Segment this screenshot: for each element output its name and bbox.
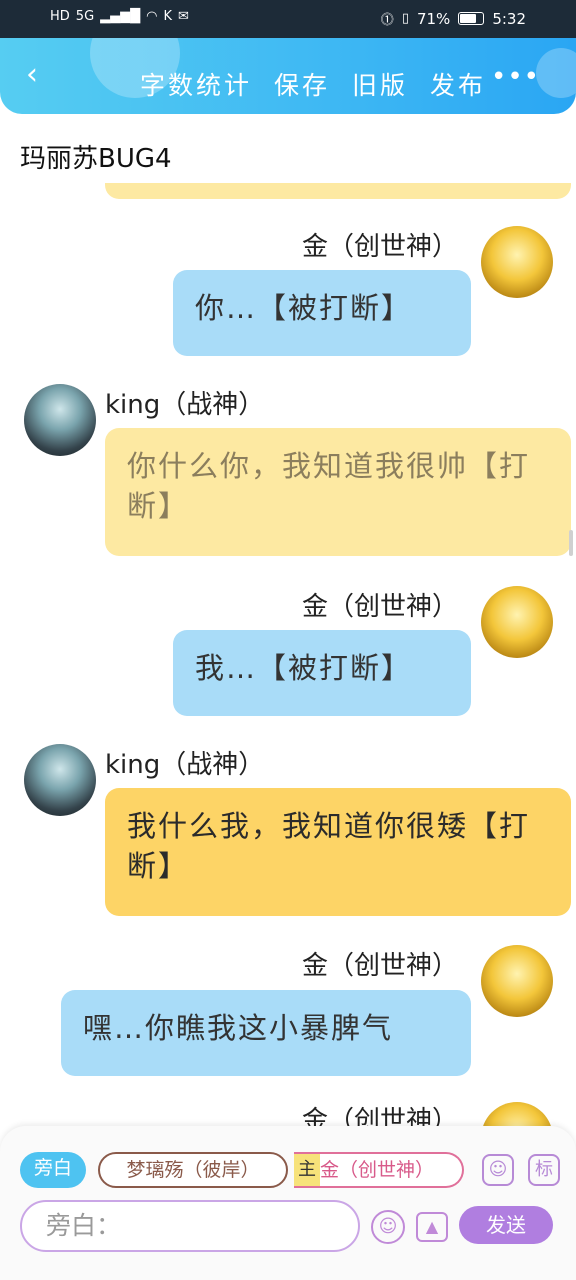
image-icon[interactable]: ▲ xyxy=(416,1212,448,1242)
header-actions: 字数统计 保存 旧版 发布 xyxy=(140,66,486,102)
message-bubble[interactable]: 我什么我，我知道你很矮【打断】 xyxy=(105,788,571,916)
narration-chip[interactable]: 旁白 xyxy=(20,1152,86,1188)
speaker-name: king（战神） xyxy=(105,750,265,780)
clock: 5:32 xyxy=(492,9,526,28)
signal-icon: ▂▄▆█ xyxy=(100,9,141,24)
previous-message-bubble xyxy=(105,183,571,199)
person-card-icon[interactable]: ☺ xyxy=(482,1154,514,1186)
chevron-left-icon[interactable]: ‹ xyxy=(14,60,50,96)
avatar[interactable] xyxy=(481,226,553,298)
network-icon: 5G xyxy=(75,9,95,24)
message-bubble[interactable]: 我…【被打断】 xyxy=(173,630,471,716)
top-header: ‹ 字数统计 保存 旧版 发布 ••• xyxy=(0,38,576,114)
publish-button[interactable]: 发布 xyxy=(430,66,486,102)
scrollbar[interactable] xyxy=(569,530,573,556)
composer-panel: 旁白 梦璃殇（彼岸） 主 金（创世神） ☺ 标 旁白： ☺ ▲ 发送 xyxy=(0,1126,576,1280)
more-dots-icon[interactable]: ••• xyxy=(491,62,540,92)
nfc-icon: ⓵ xyxy=(380,13,394,28)
status-left: HD 5G ▂▄▆█ ◠ K ✉ xyxy=(50,9,189,24)
tag-icon[interactable]: 标 xyxy=(528,1154,560,1186)
k-app-icon: K xyxy=(163,9,173,24)
role-chip-label: 金（创世神） xyxy=(320,1159,435,1181)
message-input[interactable]: 旁白： xyxy=(20,1200,360,1252)
speaker-name: 金（创世神） xyxy=(301,592,458,622)
speaker-name: king（战神） xyxy=(105,390,265,420)
role-chip-selected[interactable]: 主 金（创世神） xyxy=(294,1152,464,1188)
role-chip[interactable]: 梦璃殇（彼岸） xyxy=(98,1152,288,1188)
message-bubble[interactable]: 嘿…你瞧我这小暴脾气 xyxy=(61,990,471,1076)
word-count-button[interactable]: 字数统计 xyxy=(140,66,252,102)
wechat-icon: ✉ xyxy=(178,9,189,24)
avatar[interactable] xyxy=(481,586,553,658)
header-decoration xyxy=(536,48,576,98)
message-bubble[interactable]: 你…【被打断】 xyxy=(173,270,471,356)
battery-icon xyxy=(458,12,485,25)
main-role-tag: 主 xyxy=(294,1154,320,1186)
battery-fill xyxy=(460,14,476,23)
hd-icon: HD xyxy=(50,9,70,24)
save-button[interactable]: 保存 xyxy=(274,66,330,102)
speaker-name: 金（创世神） xyxy=(301,232,458,262)
status-bar: HD 5G ▂▄▆█ ◠ K ✉ ⓵ ▯ 71% 5:32 xyxy=(0,0,576,38)
emoji-icon[interactable]: ☺ xyxy=(371,1210,405,1244)
vibrate-icon: ▯ xyxy=(401,11,409,26)
avatar[interactable] xyxy=(481,945,553,1017)
battery-percent: 71% xyxy=(416,9,451,28)
message-bubble[interactable]: 你什么你，我知道我很帅【打断】 xyxy=(105,428,571,556)
send-button[interactable]: 发送 xyxy=(459,1206,553,1244)
status-right: ⓵ ▯ 71% 5:32 xyxy=(380,9,526,29)
wifi-icon: ◠ xyxy=(146,9,158,24)
speaker-name: 金（创世神） xyxy=(301,951,458,981)
avatar[interactable] xyxy=(24,744,96,816)
page-title: 玛丽苏BUG4 xyxy=(20,144,172,174)
avatar[interactable] xyxy=(24,384,96,456)
old-version-button[interactable]: 旧版 xyxy=(352,66,408,102)
